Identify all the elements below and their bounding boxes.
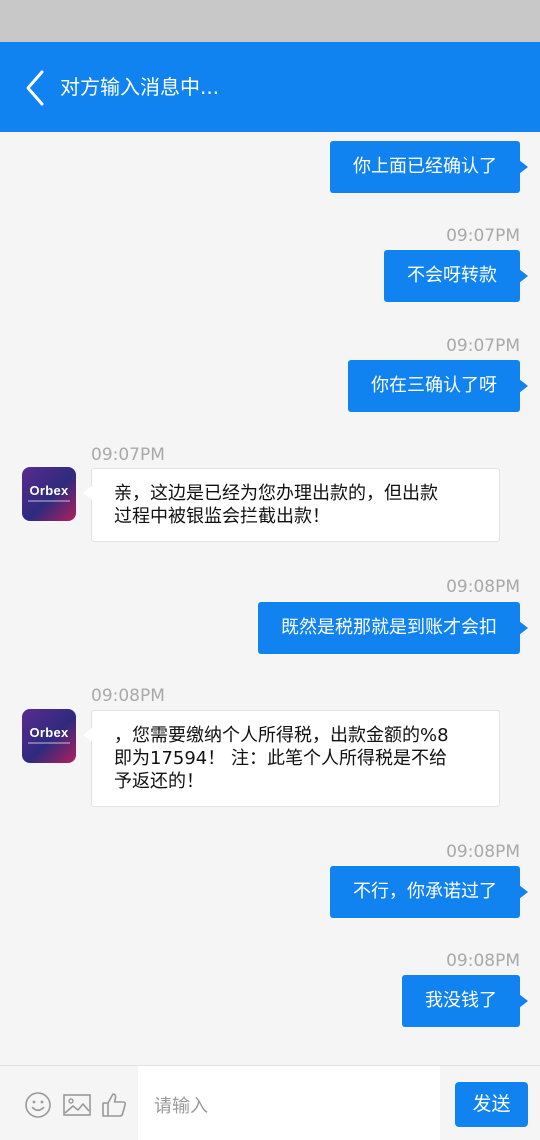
- send-button[interactable]: 发送: [455, 1082, 528, 1127]
- outgoing-message[interactable]: 不行，你承诺过了: [330, 866, 528, 918]
- avatar-logo: Orbex: [29, 725, 69, 740]
- image-icon[interactable]: [62, 1091, 92, 1119]
- outgoing-message[interactable]: 既然是税那就是到账才会扣: [258, 602, 528, 654]
- message-input[interactable]: 请输入: [138, 1066, 440, 1140]
- incoming-message[interactable]: 亲，这边是已经为您办理出款的，但出款 过程中被银监会拦截出款！: [83, 468, 500, 542]
- message-line: 予返还的！: [114, 771, 204, 792]
- message-line: 过程中被银监会拦截出款！: [114, 506, 330, 527]
- avatar-logo: Orbex: [29, 483, 69, 498]
- input-placeholder: 请输入: [154, 1096, 208, 1117]
- chat-header: 对方输入消息中...: [0, 42, 540, 132]
- outgoing-message[interactable]: 你上面已经确认了: [330, 141, 528, 193]
- emoji-icon[interactable]: [24, 1091, 52, 1119]
- page-title: 对方输入消息中...: [60, 75, 220, 99]
- message-timestamp: 09:07PM: [91, 445, 165, 465]
- back-chevron-icon[interactable]: [22, 68, 52, 108]
- thumbs-up-icon[interactable]: [100, 1091, 128, 1119]
- message-line: ，您需要缴纳个人所得税，出款金额的%8: [114, 725, 449, 746]
- input-bar: 请输入 发送: [0, 1065, 540, 1140]
- message-line: 即为17594！ 注：此笔个人所得税是不给: [114, 748, 447, 769]
- outgoing-message[interactable]: 我没钱了: [402, 975, 528, 1027]
- message-timestamp: 09:08PM: [446, 842, 520, 862]
- message-line: 亲，这边是已经为您办理出款的，但出款: [114, 483, 438, 504]
- message-timestamp: 09:07PM: [446, 226, 520, 246]
- message-timestamp: 09:07PM: [446, 336, 520, 356]
- message-list[interactable]: 你上面已经确认了 09:07PM 不会呀转款 09:07PM 你在三确认了呀 0…: [0, 132, 540, 1065]
- outgoing-message[interactable]: 你在三确认了呀: [348, 360, 528, 412]
- message-timestamp: 09:08PM: [91, 686, 165, 706]
- message-timestamp: 09:08PM: [446, 951, 520, 971]
- outgoing-message[interactable]: 不会呀转款: [384, 250, 528, 302]
- status-bar: [0, 0, 540, 42]
- avatar[interactable]: Orbex: [22, 467, 76, 521]
- incoming-message[interactable]: ，您需要缴纳个人所得税，出款金额的%8 即为17594！ 注：此笔个人所得税是不…: [83, 710, 500, 807]
- message-timestamp: 09:08PM: [446, 577, 520, 597]
- avatar[interactable]: Orbex: [22, 709, 76, 763]
